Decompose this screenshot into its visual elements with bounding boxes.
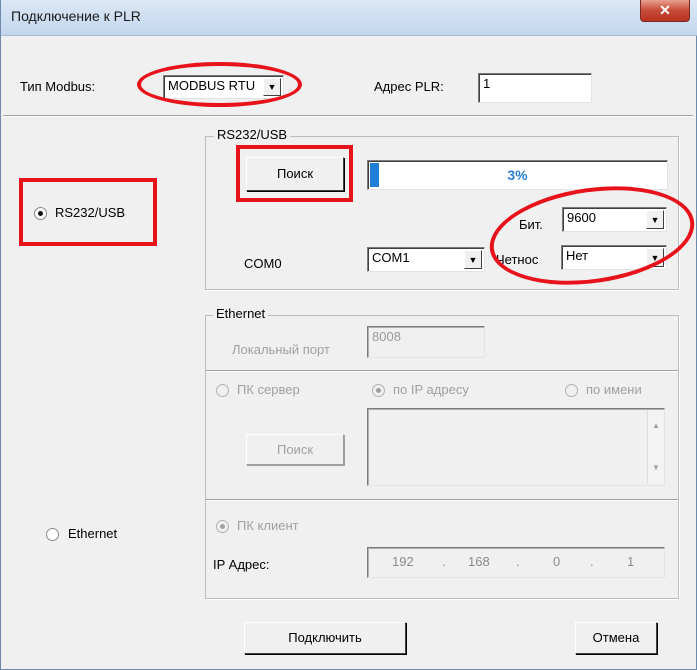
plr-address-input[interactable]: 1 bbox=[478, 73, 592, 103]
ethernet-radio[interactable] bbox=[46, 528, 59, 541]
chevron-down-icon[interactable]: ▼ bbox=[464, 250, 482, 269]
device-list[interactable]: ▲ ▼ bbox=[367, 408, 665, 486]
pc-client-radio[interactable] bbox=[216, 520, 229, 533]
by-name-label: по имени bbox=[586, 382, 642, 397]
separator bbox=[3, 115, 693, 117]
annotation-oval-modbus bbox=[137, 62, 302, 107]
plr-address-value: 1 bbox=[483, 76, 491, 91]
local-port-label: Локальный порт bbox=[232, 342, 330, 357]
ethernet-search-label: Поиск bbox=[276, 442, 314, 457]
ip-octet-4: 1 bbox=[627, 554, 635, 569]
scroll-down-icon[interactable]: ▼ bbox=[652, 458, 660, 478]
annotation-rect-rs232 bbox=[19, 178, 157, 246]
by-ip-label: по IP адресу bbox=[393, 382, 469, 397]
ip-address-input[interactable]: 192 . 168 . 0 . 1 bbox=[367, 547, 665, 578]
ethernet-radio-label: Ethernet bbox=[68, 526, 118, 541]
ip-dot-1: . bbox=[442, 554, 446, 569]
ip-octet-3: 0 bbox=[553, 554, 561, 569]
annotation-rect-search bbox=[236, 145, 353, 202]
ethernet-group-label: Ethernet bbox=[213, 306, 269, 321]
by-name-radio[interactable] bbox=[565, 384, 578, 397]
com-port-value: COM1 bbox=[372, 250, 410, 265]
window-title: Подключение к PLR bbox=[11, 8, 141, 24]
plr-address-label: Адрес PLR: bbox=[374, 79, 444, 94]
ethernet-search-button[interactable]: Поиск bbox=[246, 434, 344, 465]
by-ip-radio[interactable] bbox=[372, 384, 385, 397]
ip-octet-1: 192 bbox=[392, 554, 414, 569]
pc-server-radio[interactable] bbox=[216, 384, 229, 397]
pc-client-label: ПК клиент bbox=[237, 518, 299, 533]
modbus-type-label: Тип Modbus: bbox=[20, 79, 96, 94]
com-port-label: COM0 bbox=[244, 256, 282, 271]
com-port-select[interactable]: COM1 ▼ bbox=[367, 247, 485, 272]
ethernet-separator bbox=[206, 370, 678, 372]
title-bar: Подключение к PLR ✕ bbox=[1, 0, 697, 36]
cancel-button[interactable]: Отмена bbox=[575, 622, 657, 654]
scroll-up-icon[interactable]: ▲ bbox=[652, 416, 660, 436]
ip-dot-2: . bbox=[516, 554, 520, 569]
rs232-group-label: RS232/USB bbox=[214, 127, 291, 142]
close-icon: ✕ bbox=[659, 2, 671, 18]
local-port-input[interactable]: 8008 bbox=[367, 326, 485, 358]
close-button[interactable]: ✕ bbox=[640, 0, 690, 22]
connect-label: Подключить bbox=[288, 630, 362, 645]
pc-server-label: ПК сервер bbox=[237, 382, 300, 397]
connect-button[interactable]: Подключить bbox=[244, 622, 406, 654]
ip-dot-3: . bbox=[590, 554, 594, 569]
ip-octet-2: 168 bbox=[468, 554, 490, 569]
device-list-scrollbar[interactable]: ▲ ▼ bbox=[647, 410, 663, 484]
ip-address-label: IP Адрес: bbox=[213, 557, 270, 572]
progress-text: 3% bbox=[507, 167, 528, 183]
local-port-value: 8008 bbox=[372, 329, 401, 344]
cancel-label: Отмена bbox=[592, 630, 640, 645]
ethernet-separator-2 bbox=[206, 499, 678, 501]
